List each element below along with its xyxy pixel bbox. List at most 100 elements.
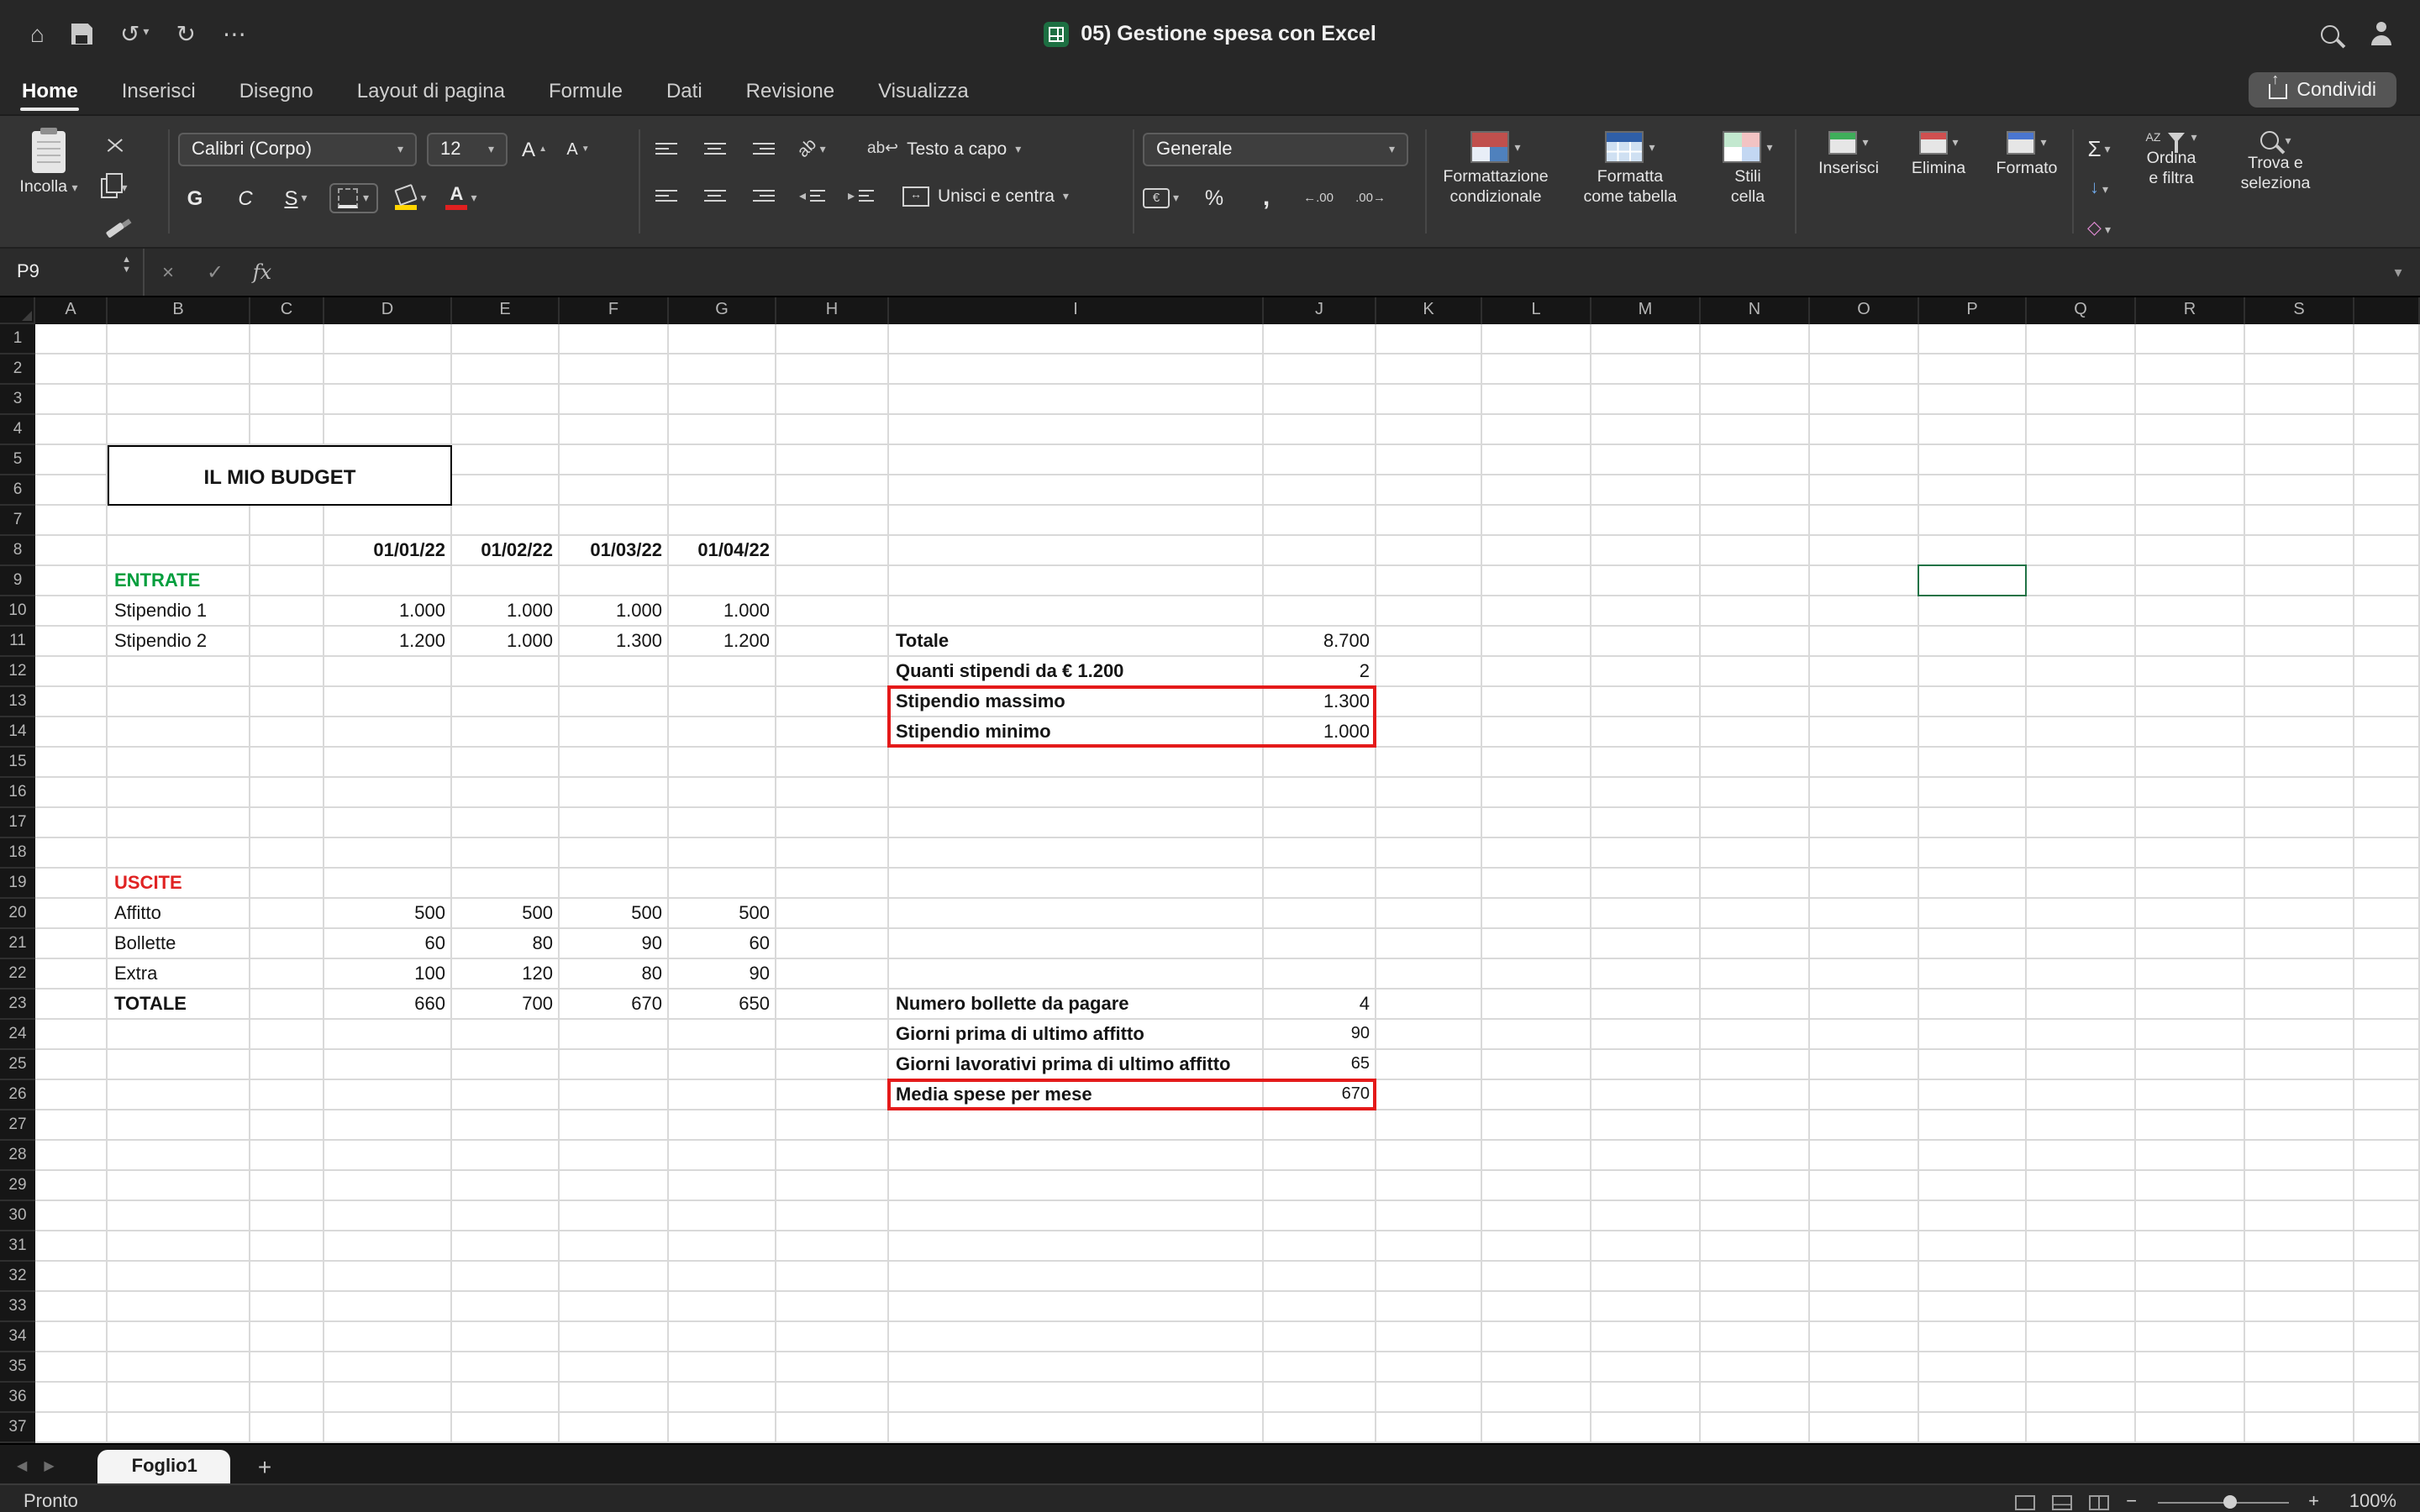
tab-revisione[interactable]: Revisione [724, 79, 856, 114]
align-right-button[interactable] [746, 180, 780, 212]
col-header-H[interactable]: H [776, 297, 889, 324]
row-header-28[interactable]: 28 [0, 1141, 35, 1171]
row-header-21[interactable]: 21 [0, 929, 35, 959]
cell-G11[interactable]: 1.200 [669, 627, 776, 657]
expand-formula-bar-icon[interactable]: ▾ [2376, 263, 2420, 281]
format-painter-button[interactable] [97, 214, 131, 246]
page-break-view-icon[interactable] [2089, 1494, 2109, 1509]
prev-sheet-button[interactable]: ◀ [17, 1458, 27, 1473]
row-header-37[interactable]: 37 [0, 1413, 35, 1443]
cell-B19[interactable]: USCITE [108, 869, 250, 899]
increase-font-button[interactable]: A▲ [518, 134, 551, 165]
cell-D10[interactable]: 1.000 [324, 596, 452, 627]
tab-dati[interactable]: Dati [644, 79, 724, 114]
row-header-20[interactable]: 20 [0, 899, 35, 929]
cell-F22[interactable]: 80 [560, 959, 669, 990]
increase-decimal-button[interactable]: ←.00 [1302, 181, 1335, 213]
cell-I14[interactable]: Stipendio minimo [889, 717, 1264, 748]
paste-button[interactable]: Incolla ▾ [10, 116, 87, 247]
cell-B10[interactable]: Stipendio 1 [108, 596, 250, 627]
borders-button[interactable]: ▾ [329, 182, 377, 213]
comma-style-button[interactable]: , [1249, 181, 1283, 213]
row-header-8[interactable]: 8 [0, 536, 35, 566]
zoom-level[interactable]: 100% [2336, 1492, 2396, 1512]
cell-D8[interactable]: 01/01/22 [324, 536, 452, 566]
bold-button[interactable]: G [178, 181, 212, 213]
cell-F8[interactable]: 01/03/22 [560, 536, 669, 566]
cancel-entry-button[interactable]: × [145, 260, 192, 284]
cut-button[interactable] [97, 130, 131, 162]
row-header-34[interactable]: 34 [0, 1322, 35, 1352]
percent-style-button[interactable]: % [1197, 181, 1231, 213]
cell-styles-button[interactable]: ▾ Stilicella [1704, 116, 1791, 247]
tab-layout-di-pagina[interactable]: Layout di pagina [335, 79, 527, 114]
col-header-S[interactable]: S [2245, 297, 2354, 324]
next-sheet-button[interactable]: ▶ [44, 1458, 54, 1473]
delete-cells-button[interactable]: ▾ Elimina [1898, 116, 1979, 247]
cell-F10[interactable]: 1.000 [560, 596, 669, 627]
cell-G10[interactable]: 1.000 [669, 596, 776, 627]
name-box[interactable]: P9 ▲▼ [0, 249, 145, 296]
row-header-26[interactable]: 26 [0, 1080, 35, 1110]
confirm-entry-button[interactable]: ✓ [192, 260, 239, 284]
col-header-P[interactable]: P [1919, 297, 2027, 324]
row-header-30[interactable]: 30 [0, 1201, 35, 1231]
format-cells-button[interactable]: ▾ Formato [1985, 116, 2069, 247]
cell-E23[interactable]: 700 [452, 990, 560, 1020]
col-header-F[interactable]: F [560, 297, 669, 324]
more-commands-button[interactable]: ⋯ [223, 22, 246, 45]
cell-J23[interactable]: 4 [1264, 990, 1376, 1020]
zoom-out-button[interactable]: − [2126, 1492, 2137, 1512]
col-header-I[interactable]: I [889, 297, 1264, 324]
row-header-10[interactable]: 10 [0, 596, 35, 627]
col-header-partial[interactable] [2354, 297, 2420, 324]
row-header-13[interactable]: 13 [0, 687, 35, 717]
italic-button[interactable]: C [229, 181, 262, 213]
cell-I13[interactable]: Stipendio massimo [889, 687, 1264, 717]
row-header-11[interactable]: 11 [0, 627, 35, 657]
cell-G22[interactable]: 90 [669, 959, 776, 990]
merge-center-button[interactable]: ↔ Unisci e centra▾ [902, 180, 1069, 212]
autosum-button[interactable]: Σ▾ [2082, 133, 2116, 165]
row-header-31[interactable]: 31 [0, 1231, 35, 1262]
zoom-slider[interactable] [2157, 1501, 2288, 1503]
cell-I26[interactable]: Media spese per mese [889, 1080, 1264, 1110]
cell-E10[interactable]: 1.000 [452, 596, 560, 627]
orientation-button[interactable]: ab▾ [795, 133, 829, 165]
sort-filter-button[interactable]: AZ▾ Ordinae filtra [2126, 116, 2217, 247]
share-button[interactable]: Condividi [2248, 72, 2396, 108]
tab-home[interactable]: Home [0, 79, 100, 114]
cell-D22[interactable]: 100 [324, 959, 452, 990]
increase-indent-button[interactable]: ▸ [844, 180, 877, 212]
select-all-corner[interactable] [0, 297, 35, 324]
cell-B21[interactable]: Bollette [108, 929, 250, 959]
cell-E20[interactable]: 500 [452, 899, 560, 929]
cell-G8[interactable]: 01/04/22 [669, 536, 776, 566]
tab-disegno[interactable]: Disegno [218, 79, 335, 114]
row-header-24[interactable]: 24 [0, 1020, 35, 1050]
cell-F20[interactable]: 500 [560, 899, 669, 929]
cell-E21[interactable]: 80 [452, 929, 560, 959]
cell-I23[interactable]: Numero bollette da pagare [889, 990, 1264, 1020]
align-middle-button[interactable] [697, 133, 731, 165]
clear-button[interactable]: ◇▾ [2082, 213, 2116, 245]
row-header-36[interactable]: 36 [0, 1383, 35, 1413]
cell-F23[interactable]: 670 [560, 990, 669, 1020]
col-header-N[interactable]: N [1701, 297, 1810, 324]
decrease-font-button[interactable]: A▼ [561, 134, 595, 165]
row-header-29[interactable]: 29 [0, 1171, 35, 1201]
cell-F21[interactable]: 90 [560, 929, 669, 959]
cell-E8[interactable]: 01/02/22 [452, 536, 560, 566]
cell-I11[interactable]: Totale [889, 627, 1264, 657]
add-sheet-button[interactable]: + [258, 1455, 271, 1478]
copy-button[interactable]: ▾ [97, 172, 131, 204]
cell-I24[interactable]: Giorni prima di ultimo affitto [889, 1020, 1264, 1050]
cell-J13[interactable]: 1.300 [1264, 687, 1376, 717]
cell-E22[interactable]: 120 [452, 959, 560, 990]
row-header-14[interactable]: 14 [0, 717, 35, 748]
name-box-stepper[interactable]: ▲▼ [122, 255, 131, 276]
row-header-15[interactable]: 15 [0, 748, 35, 778]
insert-cells-button[interactable]: ▾ Inserisci [1805, 116, 1892, 247]
cell-D20[interactable]: 500 [324, 899, 452, 929]
col-header-A[interactable]: A [35, 297, 108, 324]
